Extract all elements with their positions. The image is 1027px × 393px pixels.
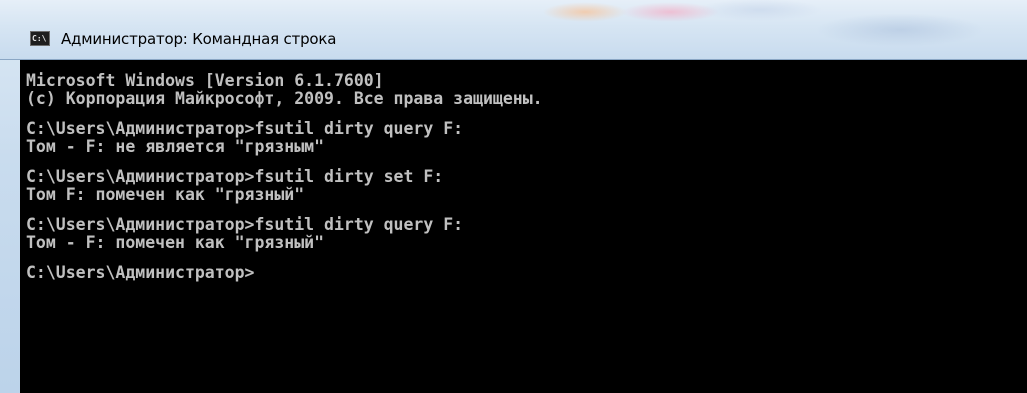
console-line: Microsoft Windows [Version 6.1.7600] xyxy=(26,71,384,90)
console-output[interactable]: Microsoft Windows [Version 6.1.7600] (c)… xyxy=(20,60,1027,393)
window-title: Администратор: Командная строка xyxy=(61,30,337,48)
command-prompt-window: C:\ Администратор: Командная строка Micr… xyxy=(0,0,1027,393)
console-command-line: C:\Users\Администратор>fsutil dirty quer… xyxy=(26,215,464,234)
cmd-console-icon[interactable]: C:\ xyxy=(30,31,50,46)
console-line: Том F: помечен как "грязный" xyxy=(26,185,305,204)
console-prompt[interactable]: C:\Users\Администратор> xyxy=(26,264,1027,282)
title-bar[interactable]: C:\ Администратор: Командная строка xyxy=(0,0,1027,60)
console-command-line: C:\Users\Администратор>fsutil dirty set … xyxy=(26,167,444,186)
console-line: Том - F: не является "грязным" xyxy=(26,137,325,156)
console-command-line: C:\Users\Администратор>fsutil dirty quer… xyxy=(26,119,464,138)
console-line: Том - F: помечен как "грязный" xyxy=(26,233,325,252)
console-line: (c) Корпорация Майкрософт, 2009. Все пра… xyxy=(26,89,543,108)
